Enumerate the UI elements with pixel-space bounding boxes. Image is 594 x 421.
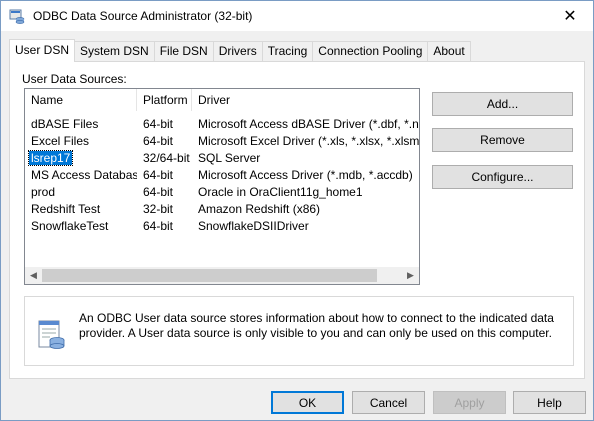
close-icon: ✕: [563, 8, 577, 25]
list-item[interactable]: SnowflakeTest 64-bit SnowflakeDSIIDriver: [25, 218, 419, 235]
row-driver: Microsoft Access dBASE Driver (*.dbf, *.…: [198, 117, 419, 131]
row-name: prod: [31, 185, 56, 199]
tab-about[interactable]: About: [427, 41, 471, 61]
row-platform: 64-bit: [143, 219, 174, 233]
user-dsn-panel: User Data Sources: Name Platform Driver …: [9, 61, 585, 379]
tab-file-dsn[interactable]: File DSN: [153, 41, 214, 61]
list-header: Name Platform Driver: [25, 89, 419, 111]
row-driver: Oracle in OraClient11g_home1: [198, 185, 363, 199]
help-button[interactable]: Help: [513, 391, 586, 414]
info-panel: An ODBC User data source stores informat…: [24, 296, 574, 366]
column-header-platform[interactable]: Platform: [137, 89, 192, 111]
row-platform: 64-bit: [143, 117, 174, 131]
list-item-selected[interactable]: lsrep17 32/64-bit SQL Server: [25, 150, 419, 167]
odbc-admin-window: ODBC Data Source Administrator (32-bit) …: [0, 0, 594, 421]
row-platform: 32/64-bit: [143, 151, 190, 165]
apply-button[interactable]: Apply: [433, 391, 506, 414]
scroll-track[interactable]: [42, 267, 402, 284]
row-name: SnowflakeTest: [31, 219, 109, 233]
remove-button[interactable]: Remove: [432, 128, 573, 152]
list-rows: dBASE Files 64-bit Microsoft Access dBAS…: [25, 116, 419, 235]
scroll-left-icon[interactable]: ◀: [25, 267, 42, 284]
scroll-right-icon[interactable]: ▶: [402, 267, 419, 284]
row-driver: SQL Server: [198, 151, 261, 165]
window-title: ODBC Data Source Administrator (32-bit): [33, 9, 253, 23]
row-platform: 64-bit: [143, 168, 174, 182]
configure-button[interactable]: Configure...: [432, 165, 573, 189]
list-item[interactable]: prod 64-bit Oracle in OraClient11g_home1: [25, 184, 419, 201]
row-name: Excel Files: [31, 134, 90, 148]
tab-system-dsn[interactable]: System DSN: [74, 41, 155, 61]
close-button[interactable]: ✕: [547, 1, 593, 31]
tab-drivers[interactable]: Drivers: [212, 41, 263, 61]
row-driver: SnowflakeDSIIDriver: [198, 219, 309, 233]
horizontal-scrollbar[interactable]: ◀ ▶: [25, 267, 419, 284]
ok-button[interactable]: OK: [271, 391, 344, 414]
row-name: MS Access Database: [31, 168, 137, 182]
row-driver: Amazon Redshift (x86): [198, 202, 321, 216]
list-item[interactable]: MS Access Database 64-bit Microsoft Acce…: [25, 167, 419, 184]
tab-connection-pooling[interactable]: Connection Pooling: [312, 41, 429, 61]
odbc-app-icon: [9, 9, 25, 24]
row-name: dBASE Files: [31, 117, 99, 131]
list-item[interactable]: Redshift Test 32-bit Amazon Redshift (x8…: [25, 201, 419, 218]
data-source-info-icon: [38, 320, 65, 349]
column-header-driver[interactable]: Driver: [192, 89, 419, 111]
row-platform: 32-bit: [143, 202, 174, 216]
data-sources-list[interactable]: Name Platform Driver dBASE Files 64-bit …: [24, 88, 420, 285]
list-item[interactable]: Excel Files 64-bit Microsoft Excel Drive…: [25, 133, 419, 150]
tab-tracing[interactable]: Tracing: [261, 41, 314, 61]
tab-strip: User DSN System DSN File DSN Drivers Tra…: [9, 39, 471, 62]
info-description: An ODBC User data source stores informat…: [79, 311, 554, 340]
title-bar[interactable]: ODBC Data Source Administrator (32-bit) …: [1, 1, 593, 31]
row-name: lsrep17: [27, 150, 74, 166]
cancel-button[interactable]: Cancel: [352, 391, 425, 414]
user-data-sources-label: User Data Sources:: [22, 72, 127, 86]
row-platform: 64-bit: [143, 185, 174, 199]
scroll-thumb[interactable]: [42, 269, 377, 282]
column-header-name[interactable]: Name: [25, 89, 137, 111]
list-item[interactable]: dBASE Files 64-bit Microsoft Access dBAS…: [25, 116, 419, 133]
row-name-cell: lsrep17: [25, 150, 137, 167]
add-button[interactable]: Add...: [432, 92, 573, 116]
row-name: Redshift Test: [31, 202, 101, 216]
row-platform: 64-bit: [143, 134, 174, 148]
row-driver: Microsoft Access Driver (*.mdb, *.accdb): [198, 168, 413, 182]
row-driver: Microsoft Excel Driver (*.xls, *.xlsx, *…: [198, 134, 419, 148]
tab-user-dsn[interactable]: User DSN: [9, 39, 76, 62]
